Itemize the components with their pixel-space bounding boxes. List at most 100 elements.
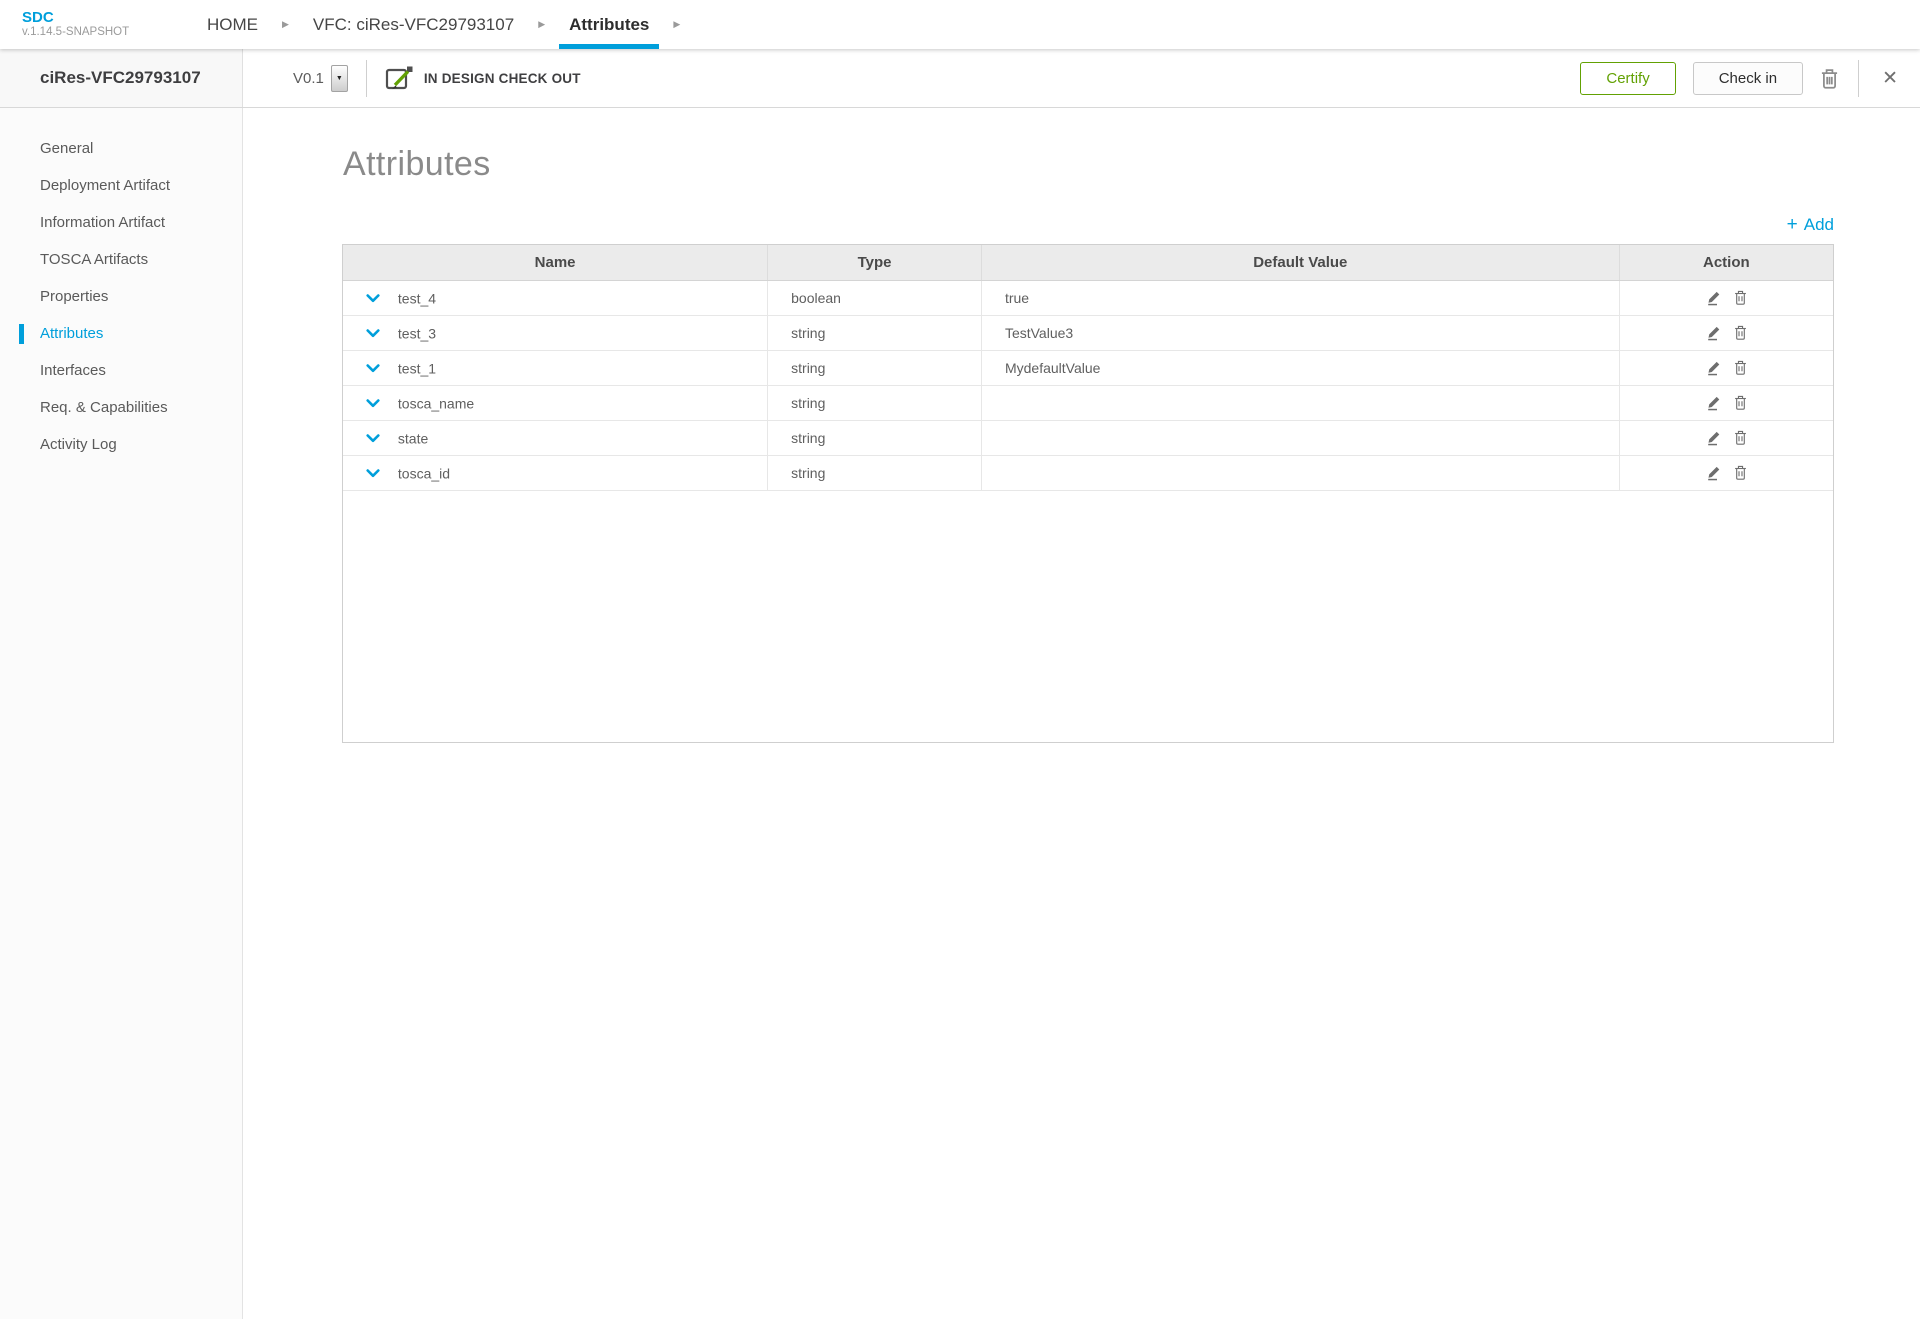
breadcrumb-tab-label: Attributes [569, 15, 649, 35]
table-header-row: NameTypeDefault ValueAction [343, 245, 1833, 280]
chevron-down-icon[interactable] [366, 399, 380, 408]
attribute-default-value [981, 385, 1619, 420]
breadcrumb: HOME▶VFC: ciRes-VFC29793107▶Attributes▶ [193, 0, 690, 49]
checkout-edit-icon [385, 65, 413, 91]
table-body: test_4 boolean true [343, 280, 1833, 490]
sidebar-item-properties[interactable]: Properties [0, 278, 242, 315]
column-header: Default Value [981, 245, 1619, 280]
status-label: IN DESIGN CHECK OUT [424, 71, 581, 86]
version-label: V0.1 [293, 70, 324, 87]
delete-icon[interactable] [1734, 325, 1747, 340]
sidebar: General Deployment Artifact Information Ar… [0, 108, 243, 1319]
resource-title: ciRes-VFC29793107 [0, 49, 243, 107]
attribute-name: tosca_id [398, 465, 450, 481]
table-row: test_4 boolean true [343, 280, 1833, 315]
chevron-down-icon[interactable] [366, 434, 380, 443]
add-attribute-label: Add [1804, 215, 1834, 235]
attribute-name-cell: tosca_name [343, 385, 768, 420]
edit-icon[interactable] [1706, 394, 1722, 411]
add-attribute-button[interactable]: + Add [1787, 215, 1834, 235]
attribute-default-value: TestValue3 [981, 315, 1619, 350]
column-header: Action [1619, 245, 1833, 280]
edit-icon[interactable] [1706, 429, 1722, 446]
attribute-default-value [981, 420, 1619, 455]
attribute-name-cell: test_1 [343, 350, 768, 385]
attribute-actions [1619, 350, 1833, 385]
chevron-down-icon[interactable] [366, 364, 380, 373]
breadcrumb-tab[interactable]: Attributes [559, 0, 659, 49]
attribute-default-value: MydefaultValue [981, 350, 1619, 385]
app-build-version: v.1.14.5-SNAPSHOT [22, 26, 193, 39]
page-title: Attributes [343, 145, 1920, 184]
page-layout: General Deployment Artifact Information Ar… [0, 108, 1920, 1319]
chevron-down-icon[interactable] [366, 329, 380, 338]
add-row: + Add [342, 215, 1834, 235]
app-logo-text: SDC [22, 10, 193, 26]
sidebar-item-interfaces[interactable]: Interfaces [0, 352, 242, 389]
breadcrumb-tab[interactable]: VFC: ciRes-VFC29793107 [303, 0, 524, 49]
sidebar-item-label: Information Artifact [40, 214, 165, 231]
delete-icon[interactable] [1734, 360, 1747, 375]
sidebar-item-label: General [40, 140, 93, 157]
attribute-name: test_4 [398, 290, 436, 306]
sidebar-item-label: Interfaces [40, 362, 106, 379]
attribute-name: test_3 [398, 325, 436, 341]
sidebar-item-label: Activity Log [40, 436, 117, 453]
attribute-type: string [768, 455, 982, 490]
sidebar-item-deployment-artifact[interactable]: Deployment Artifact [0, 167, 242, 204]
attribute-default-value: true [981, 280, 1619, 315]
sidebar-item-tosca-artifacts[interactable]: TOSCA Artifacts [0, 241, 242, 278]
sidebar-item-label: Attributes [40, 325, 103, 342]
sidebar-item-attributes[interactable]: Attributes [0, 315, 242, 352]
edit-icon[interactable] [1706, 324, 1722, 341]
close-icon[interactable]: ✕ [1882, 67, 1898, 90]
main-content: Attributes + Add NameTypeDefault ValueAc… [243, 108, 1920, 1319]
toolbar-divider [1858, 60, 1859, 97]
edit-icon[interactable] [1706, 359, 1722, 376]
attribute-actions [1619, 455, 1833, 490]
certify-button[interactable]: Certify [1580, 62, 1675, 95]
sidebar-item-label: Req. & Capabilities [40, 399, 168, 416]
table-row: tosca_name string [343, 385, 1833, 420]
attribute-type: string [768, 315, 982, 350]
sidebar-item-label: Deployment Artifact [40, 177, 170, 194]
sidebar-item-general[interactable]: General [0, 130, 242, 167]
attribute-type: string [768, 420, 982, 455]
sidebar-item-information-artifact[interactable]: Information Artifact [0, 204, 242, 241]
table-row: state string [343, 420, 1833, 455]
delete-icon[interactable] [1734, 465, 1747, 480]
chevron-down-icon[interactable] [366, 469, 380, 478]
breadcrumb-arrow-icon: ▶ [282, 19, 289, 30]
sidebar-menu: General Deployment Artifact Information Ar… [0, 130, 242, 463]
delete-icon[interactable] [1734, 395, 1747, 410]
delete-icon[interactable] [1734, 290, 1747, 305]
attribute-name: state [398, 430, 428, 446]
toolbar-actions: Certify Check in ✕ [1580, 49, 1920, 107]
version-dropdown[interactable]: ▼ [331, 65, 348, 92]
top-bar: SDC v.1.14.5-SNAPSHOT HOME ▶ VFC: ciRes-VF… [0, 0, 1920, 49]
plus-icon: + [1787, 215, 1798, 234]
breadcrumb-arrow-icon: ▶ [673, 19, 680, 30]
attribute-type: boolean [768, 280, 982, 315]
edit-icon[interactable] [1706, 464, 1722, 481]
checkin-button[interactable]: Check in [1693, 62, 1803, 95]
attribute-default-value [981, 455, 1619, 490]
delete-resource-icon[interactable] [1820, 68, 1839, 89]
version-section: V0.1 ▼ [293, 49, 348, 107]
lifecycle-status: IN DESIGN CHECK OUT [385, 65, 581, 91]
attribute-actions [1619, 280, 1833, 315]
attribute-name-cell: state [343, 420, 768, 455]
attribute-actions [1619, 315, 1833, 350]
sidebar-item-label: Properties [40, 288, 108, 305]
edit-icon[interactable] [1706, 289, 1722, 306]
delete-icon[interactable] [1734, 430, 1747, 445]
breadcrumb-tab[interactable]: HOME [197, 0, 268, 49]
chevron-down-icon: ▼ [336, 75, 343, 82]
column-header: Type [768, 245, 982, 280]
attribute-name-cell: test_4 [343, 280, 768, 315]
sidebar-item-req-capabilities[interactable]: Req. & Capabilities [0, 389, 242, 426]
attribute-name: tosca_name [398, 395, 474, 411]
table-row: test_1 string MydefaultValue [343, 350, 1833, 385]
chevron-down-icon[interactable] [366, 294, 380, 303]
sidebar-item-activity-log[interactable]: Activity Log [0, 426, 242, 463]
